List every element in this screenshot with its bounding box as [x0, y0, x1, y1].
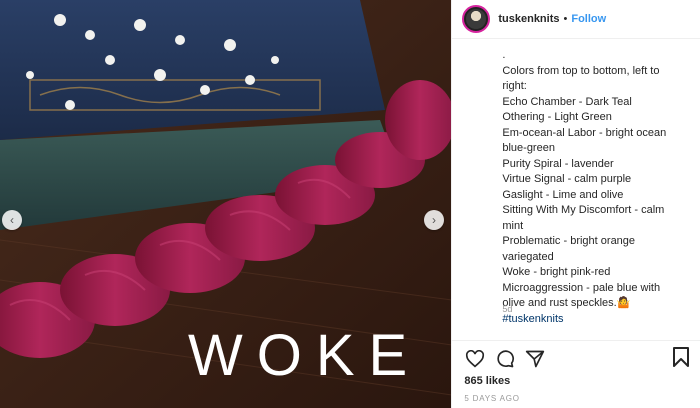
caption-line: Colors from top to bottom, left to: [502, 64, 660, 77]
caption-line: .: [502, 49, 506, 61]
like-button[interactable]: [464, 348, 486, 370]
post-caption: . Colors from top to bottom, left to rig…: [502, 48, 690, 327]
caption-line: blue-green: [502, 142, 555, 154]
caption-line: Othering - Light Green: [502, 111, 612, 123]
comment-icon: [497, 349, 515, 367]
caption-line: Woke - bright pink-red: [502, 266, 611, 278]
avatar[interactable]: [462, 5, 491, 33]
caption-age: 5d: [502, 304, 513, 314]
bookmark-icon: [673, 347, 689, 367]
caption-line: variegated: [502, 250, 554, 263]
comment-button[interactable]: [494, 348, 516, 370]
share-button[interactable]: [524, 348, 546, 370]
caption-line: Microaggression - pale blue with: [502, 281, 661, 294]
heart-icon: [466, 349, 485, 367]
post-image[interactable]: WOKE ‹ ›: [0, 0, 452, 408]
caption-line: Sitting With My Discomfort - calm: [502, 204, 665, 216]
post-header: tuskenknits • Follow: [452, 0, 700, 39]
caption-line: mint: [502, 219, 524, 232]
next-image-button[interactable]: ›: [424, 210, 444, 230]
save-button[interactable]: [672, 346, 692, 368]
prev-image-button[interactable]: ‹: [2, 210, 22, 230]
likes-count[interactable]: 865 likes: [464, 375, 510, 387]
action-bar: [452, 340, 700, 376]
hashtag-link[interactable]: #tuskenknits: [502, 312, 690, 328]
caption-line: Problematic - bright orange: [502, 235, 636, 247]
username[interactable]: tuskenknits: [498, 13, 559, 25]
chevron-right-icon: ›: [432, 213, 436, 227]
chevron-left-icon: ‹: [10, 213, 14, 227]
caption-line: Purity Spiral - lavender: [502, 157, 614, 170]
post-image-caption: WOKE: [188, 323, 422, 388]
share-icon: [526, 350, 545, 367]
separator: •: [563, 13, 568, 25]
post-sidebar: tuskenknits • Follow . Colors from top t…: [451, 0, 700, 408]
caption-line: Em-ocean-al Labor - bright ocean: [502, 126, 667, 139]
instagram-post: WOKE ‹ › tuskenknits • Follow . Colors f…: [0, 0, 700, 408]
caption-line: olive and rust speckles.🤷: [502, 297, 631, 309]
caption-line: right:: [502, 80, 527, 92]
follow-button[interactable]: Follow: [571, 13, 606, 25]
caption-line: Echo Chamber - Dark Teal: [502, 95, 632, 108]
caption-line: Virtue Signal - calm purple: [502, 173, 632, 185]
post-timestamp: 5 DAYS AGO: [464, 394, 520, 403]
caption-line: Gaslight - Lime and olive: [502, 188, 624, 201]
